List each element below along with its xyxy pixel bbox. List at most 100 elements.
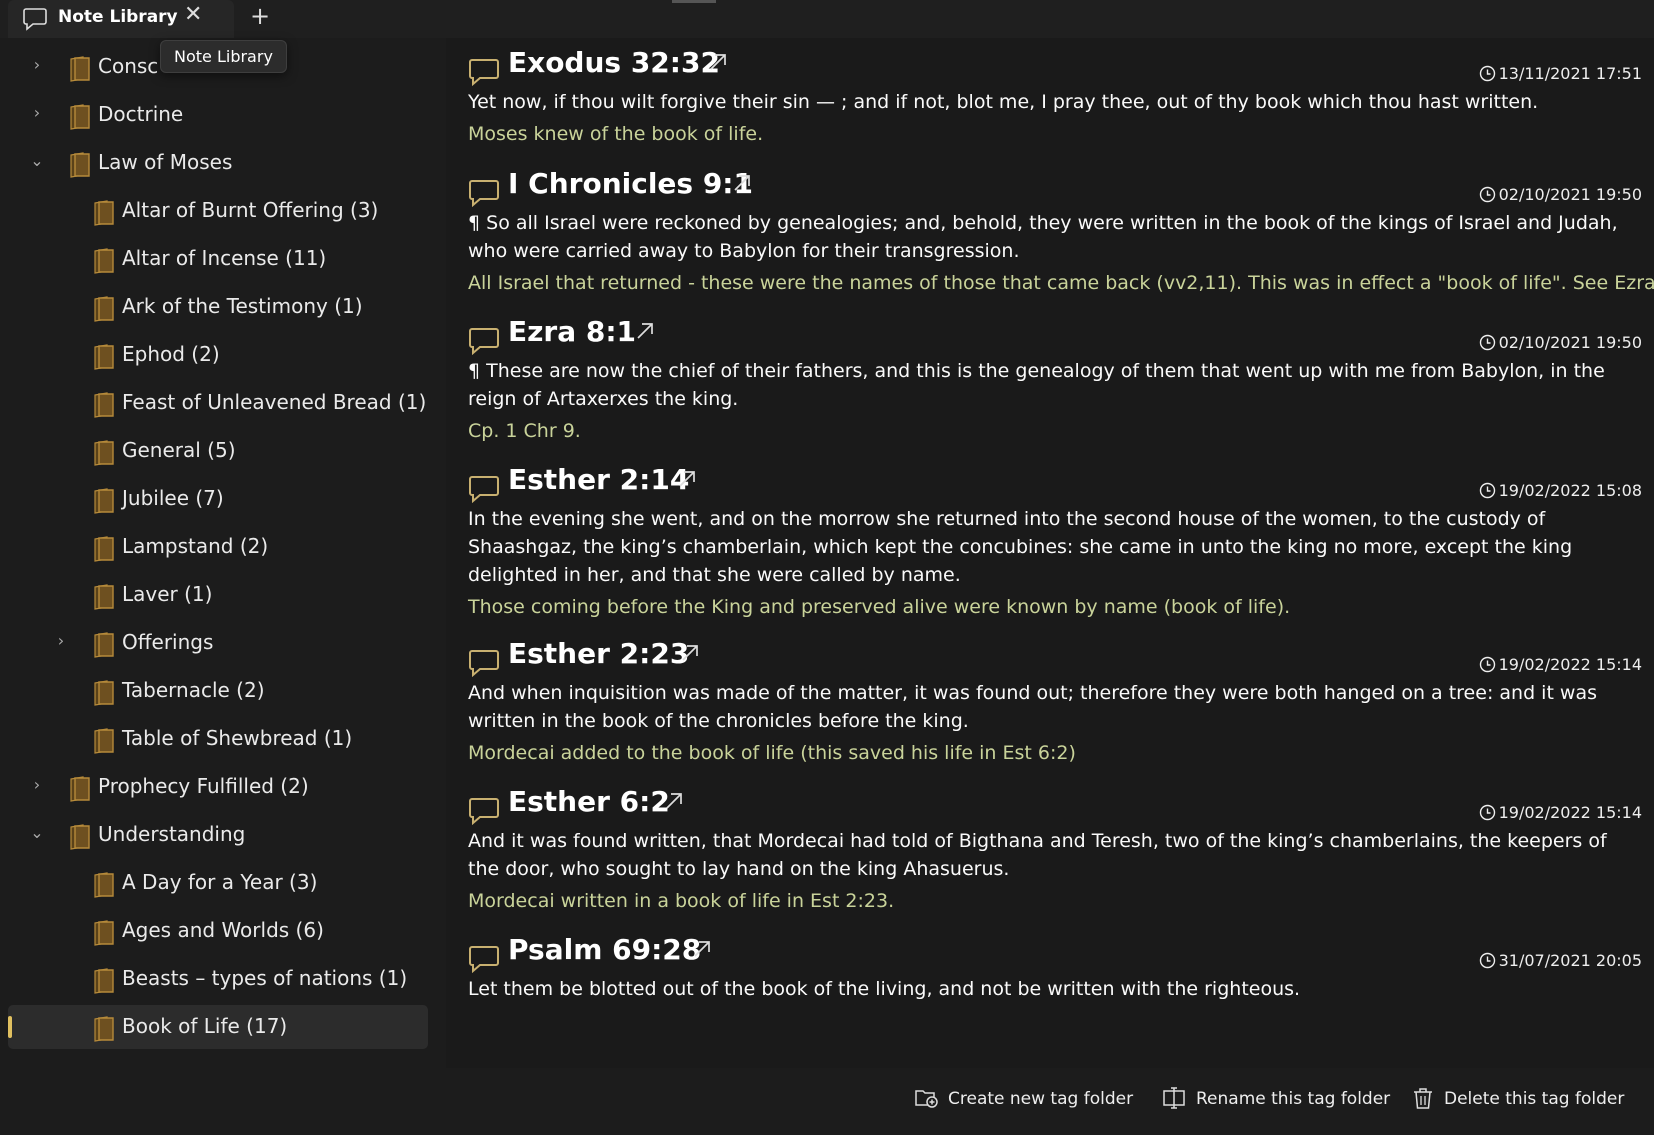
tree-item[interactable]: ⌄ Understanding: [8, 813, 428, 857]
note-reference[interactable]: Psalm 69:28: [508, 933, 701, 966]
open-link-icon[interactable]: [633, 319, 657, 347]
create-tag-folder-button[interactable]: Create new tag folder: [914, 1086, 1133, 1110]
tree-item[interactable]: › Prophecy Fulfilled (2): [8, 765, 428, 809]
tree-item-label: Altar of Burnt Offering (3): [122, 198, 379, 222]
chevron-down-icon[interactable]: ⌄: [30, 823, 44, 842]
tree-item[interactable]: Laver (1): [8, 573, 428, 617]
tree-item[interactable]: General (5): [8, 429, 428, 473]
tree-item[interactable]: › Doctrine: [8, 93, 428, 137]
note-date-text: 19/02/2022 15:14: [1498, 803, 1642, 822]
tree-item-label: Beasts – types of nations (1): [122, 966, 408, 990]
note-reference[interactable]: Esther 6:2: [508, 785, 670, 818]
open-link-icon[interactable]: [678, 641, 702, 669]
tab-note-library[interactable]: Note Library ✕: [8, 0, 234, 38]
note-date-text: 02/10/2021 19:50: [1498, 333, 1642, 352]
tree-item[interactable]: A Day for a Year (3): [8, 861, 428, 905]
close-tab-icon[interactable]: ✕: [184, 2, 202, 27]
note-verse-text: Yet now, if thou wilt forgive their sin …: [468, 91, 1539, 113]
tooltip: Note Library: [160, 40, 287, 73]
tree-item[interactable]: Altar of Burnt Offering (3): [8, 189, 428, 233]
note-comment[interactable]: Those coming before the King and preserv…: [468, 593, 1628, 621]
rename-label: Rename this tag folder: [1196, 1089, 1391, 1109]
tab-bar: Note Library ✕ +: [0, 0, 1654, 38]
tree-item[interactable]: ⌄ Law of Moses: [8, 141, 428, 185]
folder-icon: [66, 54, 94, 86]
tree-item[interactable]: Tabernacle (2): [8, 669, 428, 713]
note-timestamp: 13/11/2021 17:51: [1479, 64, 1642, 83]
tree-item-label: General (5): [122, 438, 236, 462]
open-link-icon[interactable]: [662, 789, 686, 817]
note-verse-text: ¶ So all Israel were reckoned by genealo…: [468, 212, 1618, 262]
note-comment[interactable]: Moses knew of the book of life.: [468, 120, 1628, 148]
tree-item-label: Tabernacle (2): [122, 678, 265, 702]
tree-item-label: Laver (1): [122, 582, 213, 606]
folder-icon: [90, 294, 118, 326]
comment-icon: [468, 325, 500, 359]
tree-item-label: Law of Moses: [98, 150, 233, 174]
note-header: Exodus 32:32 13/11/2021 17:51: [468, 46, 1642, 87]
open-link-icon[interactable]: [675, 467, 699, 495]
folder-icon: [90, 486, 118, 518]
open-link-icon[interactable]: [730, 171, 754, 199]
rename-icon: [1163, 1087, 1185, 1109]
note-timestamp: 02/10/2021 19:50: [1479, 333, 1642, 352]
tree-item[interactable]: Beasts – types of nations (1): [8, 957, 428, 1001]
folder-icon: [90, 630, 118, 662]
tree-item[interactable]: Ark of the Testimony (1): [8, 285, 428, 329]
note-comment[interactable]: Cp. 1 Chr 9.: [468, 417, 1628, 445]
tree-item[interactable]: Ephod (2): [8, 333, 428, 377]
note-comment[interactable]: Mordecai written in a book of life in Es…: [468, 887, 1628, 915]
tree-item-label: Understanding: [98, 822, 246, 846]
note-header: Psalm 69:28 31/07/2021 20:05: [468, 933, 1642, 974]
note-item: Esther 6:2 19/02/2022 15:14 And it was fou…: [468, 785, 1642, 915]
trash-icon: [1414, 1088, 1432, 1109]
tree-item-label: Feast of Unleavened Bread (1): [122, 390, 427, 414]
tree-item[interactable]: Lampstand (2): [8, 525, 428, 569]
folder-icon: [66, 774, 94, 806]
note-header: Ezra 8:1 02/10/2021 19:50: [468, 315, 1642, 356]
chevron-right-icon[interactable]: ›: [30, 103, 44, 122]
open-link-icon[interactable]: [706, 50, 730, 78]
comment-icon: [468, 56, 500, 90]
chevron-right-icon[interactable]: ›: [54, 631, 68, 650]
tree-item[interactable]: Altar of Incense (11): [8, 237, 428, 281]
clock-icon: [1479, 804, 1495, 821]
note-reference[interactable]: Esther 2:14: [508, 463, 689, 496]
folder-icon: [90, 870, 118, 902]
tree-item-label: A Day for a Year (3): [122, 870, 318, 894]
chevron-right-icon[interactable]: ›: [30, 55, 44, 74]
note-reference[interactable]: Exodus 32:32: [508, 46, 720, 79]
delete-tag-folder-button[interactable]: Delete this tag folder: [1410, 1086, 1624, 1110]
tree-item[interactable]: Ages and Worlds (6): [8, 909, 428, 953]
folder-icon: [90, 534, 118, 566]
note-header: Esther 6:2 19/02/2022 15:14: [468, 785, 1642, 826]
new-tab-button[interactable]: +: [250, 2, 270, 30]
tree-item-label: Ephod (2): [122, 342, 220, 366]
folder-icon: [90, 390, 118, 422]
note-date-text: 19/02/2022 15:08: [1498, 481, 1642, 500]
tree-item[interactable]: Book of Life (17): [8, 1005, 428, 1049]
tab-title: Note Library: [58, 7, 178, 27]
clock-icon: [1479, 334, 1495, 351]
chevron-right-icon[interactable]: ›: [30, 775, 44, 794]
folder-icon: [66, 150, 94, 182]
note-item: Esther 2:14 19/02/2022 15:08 In the evenin…: [468, 463, 1642, 621]
note-reference[interactable]: Ezra 8:1: [508, 315, 636, 348]
note-reference[interactable]: Esther 2:23: [508, 637, 689, 670]
clock-icon: [1479, 186, 1495, 203]
rename-tag-folder-button[interactable]: Rename this tag folder: [1162, 1086, 1390, 1110]
note-header: I Chronicles 9:1 02/10/2021 19:50: [468, 167, 1642, 208]
folder-icon: [90, 726, 118, 758]
tree-item[interactable]: Table of Shewbread (1): [8, 717, 428, 761]
tree-item[interactable]: Feast of Unleavened Bread (1): [8, 381, 428, 425]
note-item: Ezra 8:1 02/10/2021 19:50 ¶ These are now …: [468, 315, 1642, 445]
open-link-icon[interactable]: [690, 937, 714, 965]
chevron-down-icon[interactable]: ⌄: [30, 151, 44, 170]
tree-item[interactable]: › Offerings: [8, 621, 428, 665]
note-comment[interactable]: All Israel that returned - these were th…: [468, 269, 1654, 297]
note-comment[interactable]: Mordecai added to the book of life (this…: [468, 739, 1628, 767]
note-verse-text: In the evening she went, and on the morr…: [468, 508, 1573, 586]
note-reference[interactable]: I Chronicles 9:1: [508, 167, 753, 200]
tree-item-label: Consc: [98, 54, 159, 78]
tree-item[interactable]: Jubilee (7): [8, 477, 428, 521]
